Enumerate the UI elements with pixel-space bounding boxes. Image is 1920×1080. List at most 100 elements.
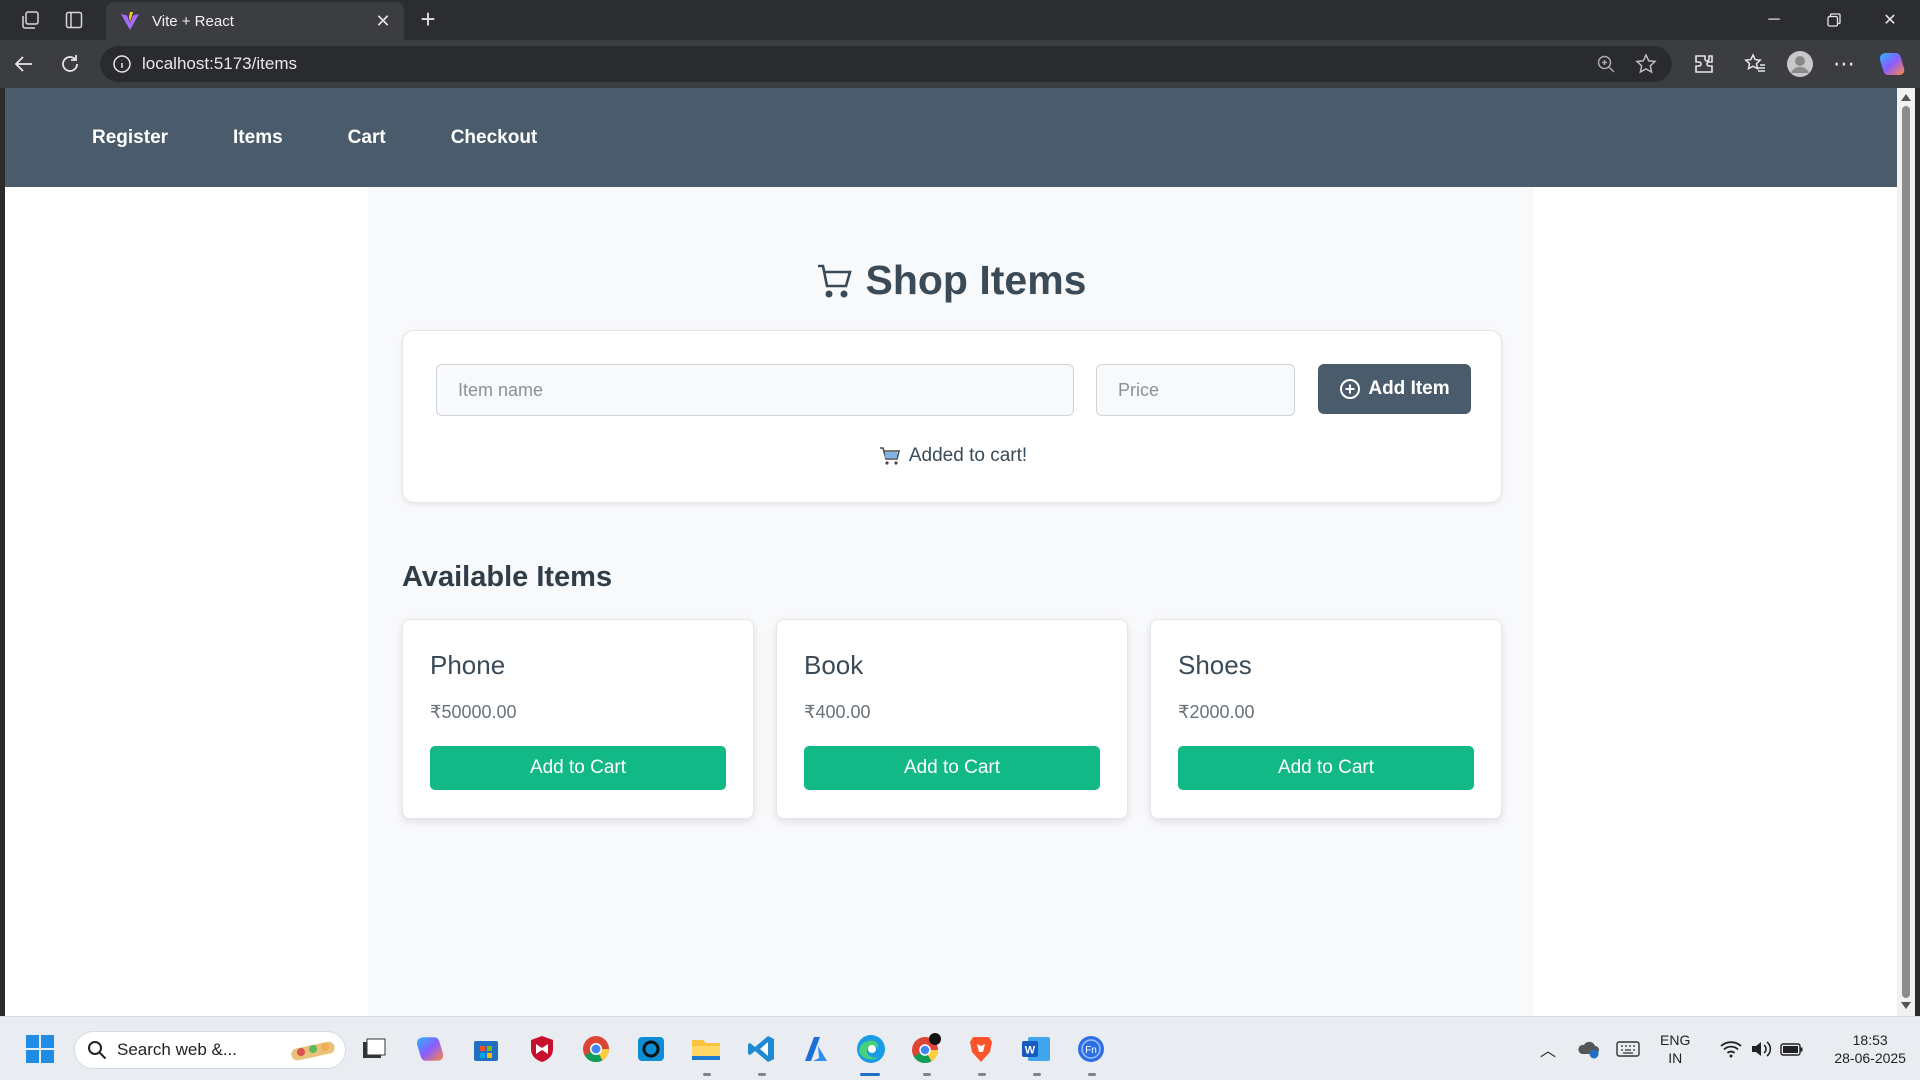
restore-icon[interactable] [1810, 0, 1858, 40]
add-item-button-label: Add Item [1368, 378, 1450, 399]
add-to-cart-button[interactable]: Add to Cart [1178, 746, 1474, 790]
vertical-tabs-icon[interactable] [62, 8, 86, 32]
running-indicator [978, 1073, 986, 1076]
language-code: ENG [1660, 1032, 1691, 1048]
edge-icon[interactable] [853, 1031, 889, 1067]
search-icon [88, 1041, 107, 1060]
site-info-icon[interactable] [112, 54, 132, 74]
favorites-icon[interactable] [1741, 50, 1769, 78]
clock-time: 18:53 [1852, 1032, 1888, 1048]
tab-close-icon[interactable]: ✕ [372, 11, 394, 32]
chrome-profile-icon[interactable] [908, 1031, 944, 1067]
browser-toolbar: localhost:5173/items ⋯ [0, 40, 1920, 88]
running-indicator [923, 1073, 931, 1076]
plus-circle-icon [1340, 379, 1361, 399]
workspaces-icon[interactable] [18, 8, 42, 32]
wifi-icon[interactable] [1720, 1040, 1742, 1058]
page-scrollbar[interactable] [1897, 88, 1915, 1016]
url-text[interactable]: localhost:5173/items [142, 54, 1592, 74]
close-window-icon[interactable]: ✕ [1866, 0, 1914, 40]
battery-icon[interactable] [1780, 1041, 1804, 1057]
available-items-heading: Available Items [402, 561, 613, 593]
item-card-phone: Phone ₹50000.00 Add to Cart [402, 619, 754, 819]
terminal-app-icon[interactable] [633, 1031, 669, 1067]
windows-start-icon[interactable] [22, 1031, 58, 1067]
add-item-form: Add Item Added to cart! [402, 330, 1502, 503]
page-title-text: Shop Items [865, 257, 1087, 303]
address-bar[interactable]: localhost:5173/items [100, 46, 1672, 82]
copilot-app-icon[interactable] [412, 1031, 448, 1067]
add-to-cart-button[interactable]: Add to Cart [430, 746, 726, 790]
status-text: Added to cart! [908, 445, 1028, 466]
svg-text:W: W [1025, 1045, 1036, 1057]
language-indicator[interactable]: ENG IN [1660, 1031, 1690, 1067]
item-price: ₹2000.00 [1178, 702, 1255, 722]
scroll-up-icon[interactable] [1901, 94, 1911, 101]
nav-link-register[interactable]: Register [92, 127, 168, 149]
tab-title: Vite + React [152, 12, 234, 30]
status-message: Added to cart! [403, 445, 1503, 467]
scroll-thumb[interactable] [1902, 106, 1910, 998]
search-highlight-icon [291, 1041, 335, 1061]
fn-app-icon[interactable]: Fn [1073, 1031, 1109, 1067]
word-icon[interactable]: W [1018, 1031, 1054, 1067]
back-icon[interactable] [10, 50, 38, 78]
item-name: Shoes [1178, 650, 1252, 680]
main-content: Shop Items Add Item Added to cart! Avail… [368, 187, 1534, 1016]
onedrive-icon[interactable] [1576, 1038, 1600, 1060]
running-indicator [758, 1073, 766, 1076]
item-price: ₹400.00 [804, 702, 871, 722]
brave-icon[interactable] [963, 1031, 999, 1067]
item-card-book: Book ₹400.00 Add to Cart [776, 619, 1128, 819]
taskbar-search-text: Search web &... [117, 1040, 238, 1059]
vite-favicon-icon [121, 12, 139, 30]
item-name: Book [804, 650, 864, 680]
item-price: ₹50000.00 [430, 702, 517, 722]
vscode-icon[interactable] [743, 1031, 779, 1067]
nav-link-cart[interactable]: Cart [348, 127, 386, 149]
system-tray: ︿ ENG IN 18:53 28-06-2025 [1540, 1017, 1906, 1080]
show-hidden-icons-icon[interactable]: ︿ [1540, 1037, 1556, 1061]
keyboard-icon[interactable] [1616, 1040, 1640, 1058]
windows-taskbar: Search web &... W Fn ︿ ENG IN 18:53 28-0… [0, 1016, 1920, 1080]
favorite-star-icon[interactable] [1632, 50, 1660, 78]
browser-tab-active[interactable]: Vite + React ✕ [106, 2, 404, 40]
nav-link-checkout[interactable]: Checkout [451, 127, 538, 149]
browser-titlebar: Vite + React ✕ + ─ ✕ [0, 0, 1920, 40]
copilot-icon[interactable] [1878, 50, 1906, 78]
clock-date: 28-06-2025 [1834, 1050, 1906, 1066]
profile-avatar-icon[interactable] [1786, 50, 1814, 78]
volume-icon[interactable] [1750, 1040, 1772, 1058]
task-view-icon[interactable] [356, 1031, 392, 1067]
minimize-icon[interactable]: ─ [1750, 0, 1798, 40]
page-title: Shop Items [368, 257, 1534, 304]
extensions-icon[interactable] [1690, 50, 1718, 78]
cart-emoji-icon [879, 447, 900, 465]
add-to-cart-button[interactable]: Add to Cart [804, 746, 1100, 790]
running-indicator [1088, 1073, 1096, 1076]
page-viewport: Register Items Cart Checkout Shop Items … [5, 88, 1897, 1016]
app-navbar: Register Items Cart Checkout [5, 88, 1897, 187]
microsoft-store-icon[interactable] [468, 1031, 504, 1067]
item-name: Phone [430, 650, 506, 680]
scroll-down-icon[interactable] [1901, 1002, 1911, 1009]
add-item-button[interactable]: Add Item [1318, 364, 1471, 414]
reload-icon[interactable] [56, 50, 84, 78]
svg-text:Fn: Fn [1085, 1045, 1097, 1056]
zoom-icon[interactable] [1592, 50, 1620, 78]
price-input[interactable] [1096, 364, 1295, 416]
azure-app-icon[interactable] [798, 1031, 834, 1067]
mcafee-icon[interactable] [524, 1031, 560, 1067]
chrome-icon[interactable] [578, 1031, 614, 1067]
nav-link-items[interactable]: Items [233, 127, 283, 149]
running-indicator [1033, 1073, 1041, 1076]
item-name-input[interactable] [436, 364, 1074, 416]
more-menu-icon[interactable]: ⋯ [1830, 50, 1858, 78]
new-tab-icon[interactable]: + [414, 6, 442, 34]
region-code: IN [1668, 1050, 1683, 1066]
shopping-cart-icon [817, 264, 852, 297]
running-indicator [703, 1073, 711, 1076]
taskbar-search[interactable]: Search web &... [74, 1031, 346, 1069]
clock[interactable]: 18:53 28-06-2025 [1834, 1031, 1906, 1067]
file-explorer-icon[interactable] [688, 1031, 724, 1067]
